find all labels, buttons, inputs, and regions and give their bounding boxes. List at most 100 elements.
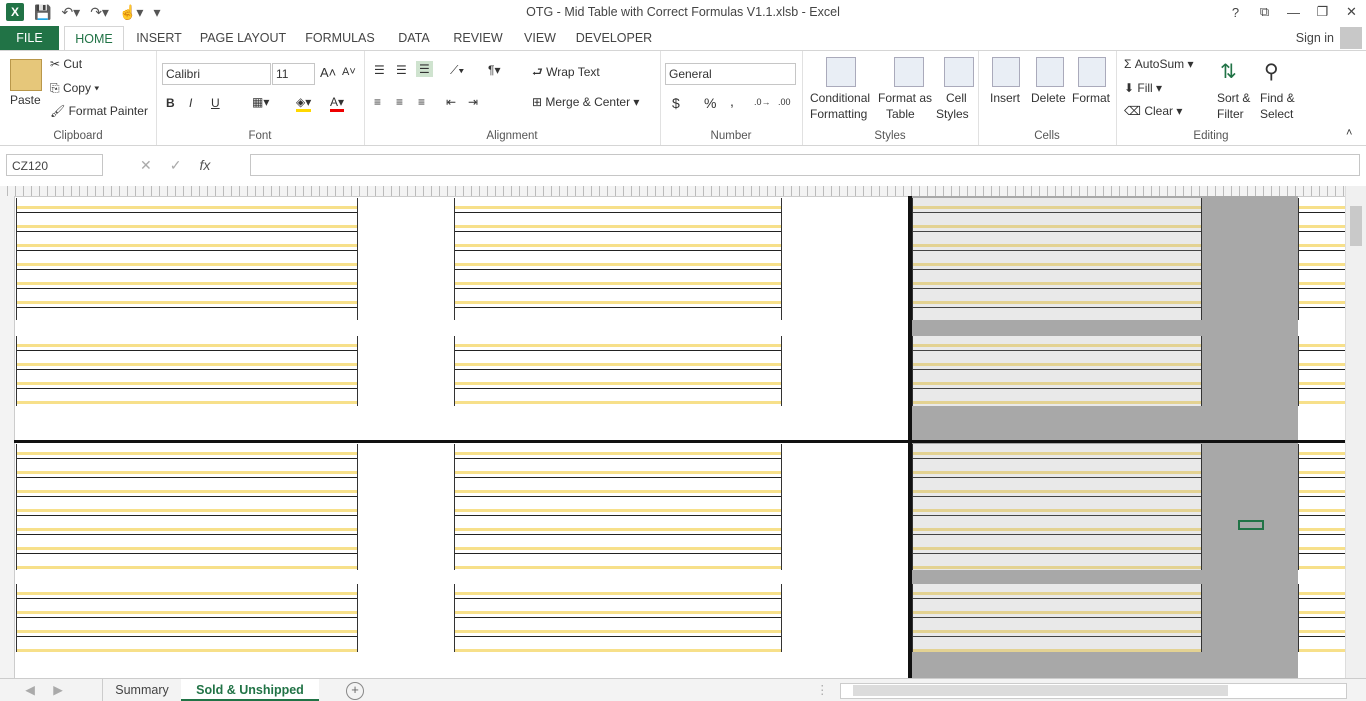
minimize-button[interactable]: —: [1279, 0, 1308, 24]
shrink-font-icon[interactable]: A˅: [342, 66, 356, 78]
autosum-label: AutoSum: [1134, 57, 1185, 71]
tab-developer[interactable]: DEVELOPER: [572, 26, 656, 50]
borders-icon[interactable]: ▦▾: [252, 95, 269, 109]
next-sheet-icon[interactable]: ▶: [48, 679, 68, 701]
vertical-scrollbar[interactable]: [1345, 186, 1366, 678]
name-box[interactable]: CZ120: [6, 154, 103, 176]
paste-button[interactable]: Paste: [10, 93, 41, 107]
percent-button[interactable]: %: [704, 95, 716, 111]
tab-insert[interactable]: INSERT: [130, 26, 188, 50]
format-as-table-icon[interactable]: [894, 57, 924, 87]
format-painter-button[interactable]: 🖌 Format Painter: [50, 104, 148, 118]
tab-view[interactable]: VIEW: [518, 26, 562, 50]
align-right-icon[interactable]: ≡: [418, 95, 425, 109]
font-color-icon[interactable]: A▾: [330, 95, 345, 112]
wrap-text-button[interactable]: ⮐ Wrap Text: [532, 63, 600, 84]
sheet-tab-bar: ◀ ▶ Summary Sold & Unshipped + ⋮: [0, 678, 1366, 701]
increase-decimal-icon[interactable]: .0→: [754, 97, 771, 107]
cut-button[interactable]: ✂ Cut: [50, 57, 82, 71]
restore-button[interactable]: ❐: [1308, 0, 1337, 24]
prev-sheet-icon[interactable]: ◀: [20, 679, 40, 701]
number-format-select[interactable]: General: [665, 63, 796, 85]
delete-cells-button[interactable]: Delete: [1031, 91, 1066, 105]
align-bottom-icon[interactable]: ☰: [416, 61, 433, 77]
cell-styles-line1[interactable]: Cell: [946, 91, 967, 105]
decrease-indent-icon[interactable]: ⇤: [446, 95, 456, 109]
tab-data[interactable]: DATA: [390, 26, 438, 50]
tab-formulas[interactable]: FORMULAS: [300, 26, 380, 50]
cell-styles-line2[interactable]: Styles: [936, 107, 969, 121]
row-headers[interactable]: [0, 196, 15, 678]
wrap-text-label: Wrap Text: [546, 65, 600, 79]
worksheet-grid[interactable]: [0, 186, 1346, 678]
sort-filter-line1[interactable]: Sort &: [1217, 91, 1250, 105]
editing-group-label: Editing: [1193, 130, 1229, 142]
help-button[interactable]: ?: [1221, 0, 1250, 24]
format-cells-button[interactable]: Format: [1072, 91, 1110, 105]
align-top-icon[interactable]: ☰: [374, 63, 385, 77]
decrease-decimal-icon[interactable]: .00: [778, 97, 791, 107]
delete-cells-icon[interactable]: [1036, 57, 1064, 87]
font-size-select[interactable]: 11: [272, 63, 315, 85]
currency-button[interactable]: $: [672, 95, 680, 111]
align-center-icon[interactable]: ≡: [396, 95, 403, 109]
comma-button[interactable]: ,: [730, 93, 734, 109]
text-direction-icon[interactable]: ¶▾: [488, 63, 500, 77]
font-family-select[interactable]: Calibri: [162, 63, 271, 85]
insert-cells-button[interactable]: Insert: [990, 91, 1020, 105]
align-middle-icon[interactable]: ☰: [396, 63, 407, 77]
underline-button[interactable]: U: [211, 96, 220, 110]
tab-file[interactable]: FILE: [0, 26, 59, 50]
add-sheet-button[interactable]: +: [346, 682, 364, 700]
table-block: [16, 444, 358, 570]
increase-indent-icon[interactable]: ⇥: [468, 95, 478, 109]
insert-cells-icon[interactable]: [992, 57, 1020, 87]
copy-button[interactable]: ⎘ Copy ▾: [50, 81, 99, 96]
find-select-line1[interactable]: Find &: [1260, 91, 1295, 105]
enter-icon[interactable]: ✓: [170, 154, 182, 176]
fill-button[interactable]: ⬇ Fill ▾: [1124, 81, 1162, 95]
tab-review[interactable]: REVIEW: [448, 26, 508, 50]
cancel-icon[interactable]: ✕: [140, 154, 152, 176]
fill-color-icon[interactable]: ◈▾: [296, 95, 312, 112]
orientation-icon[interactable]: ⟋▾: [450, 63, 464, 78]
italic-button[interactable]: I: [189, 96, 192, 110]
format-as-table-line2[interactable]: Table: [886, 107, 915, 121]
ribbon: Paste ✂ Cut ⎘ Copy ▾ 🖌 Format Painter Cl…: [0, 50, 1366, 146]
conditional-formatting-icon[interactable]: [826, 57, 856, 87]
merge-center-button[interactable]: ⊞ Merge & Center ▾: [532, 95, 639, 109]
clear-button[interactable]: ⌫ Clear ▾: [1124, 104, 1182, 118]
tab-home[interactable]: HOME: [64, 26, 124, 51]
formula-input[interactable]: [250, 154, 1360, 176]
ribbon-display-button[interactable]: ⧉: [1250, 0, 1279, 24]
clipboard-group-label: Clipboard: [53, 130, 103, 142]
format-cells-icon[interactable]: [1078, 57, 1106, 87]
cell-styles-icon[interactable]: [944, 57, 974, 87]
vertical-scroll-thumb[interactable]: [1350, 206, 1362, 246]
close-button[interactable]: ✕: [1337, 0, 1366, 24]
bold-button[interactable]: B: [166, 96, 175, 110]
tab-page-layout[interactable]: PAGE LAYOUT: [196, 26, 290, 50]
conditional-formatting-line1[interactable]: Conditional: [810, 91, 870, 105]
sort-filter-line2[interactable]: Filter: [1217, 107, 1244, 121]
insert-function-icon[interactable]: fx: [199, 154, 210, 176]
sheet-tab-summary[interactable]: Summary: [102, 679, 182, 701]
horizontal-scroll-thumb[interactable]: [853, 685, 1228, 696]
grow-font-icon[interactable]: A˄: [320, 65, 336, 80]
table-block: [16, 336, 358, 406]
sheet-tab-sold-unshipped[interactable]: Sold & Unshipped: [181, 679, 319, 701]
collapse-ribbon-icon[interactable]: ˄: [1346, 127, 1352, 139]
sort-filter-icon[interactable]: ⇅: [1220, 59, 1237, 84]
alignment-group: ☰ ☰ ☰ ⟋▾ ¶▾ ⮐ Wrap Text ≡ ≡ ≡ ⇤ ⇥ ⊞ Merg…: [364, 51, 661, 145]
tab-split-handle[interactable]: ⋮: [816, 679, 829, 701]
horizontal-scrollbar[interactable]: [840, 683, 1347, 699]
paste-icon[interactable]: [10, 59, 42, 91]
binoculars-icon[interactable]: ⚲: [1264, 59, 1279, 84]
avatar[interactable]: [1340, 27, 1362, 49]
format-as-table-line1[interactable]: Format as: [878, 91, 932, 105]
sign-in-link[interactable]: Sign in: [1296, 26, 1334, 50]
align-left-icon[interactable]: ≡: [374, 95, 381, 109]
conditional-formatting-line2[interactable]: Formatting: [810, 107, 867, 121]
autosum-button[interactable]: Σ AutoSum ▾: [1124, 57, 1193, 71]
find-select-line2[interactable]: Select: [1260, 107, 1293, 121]
